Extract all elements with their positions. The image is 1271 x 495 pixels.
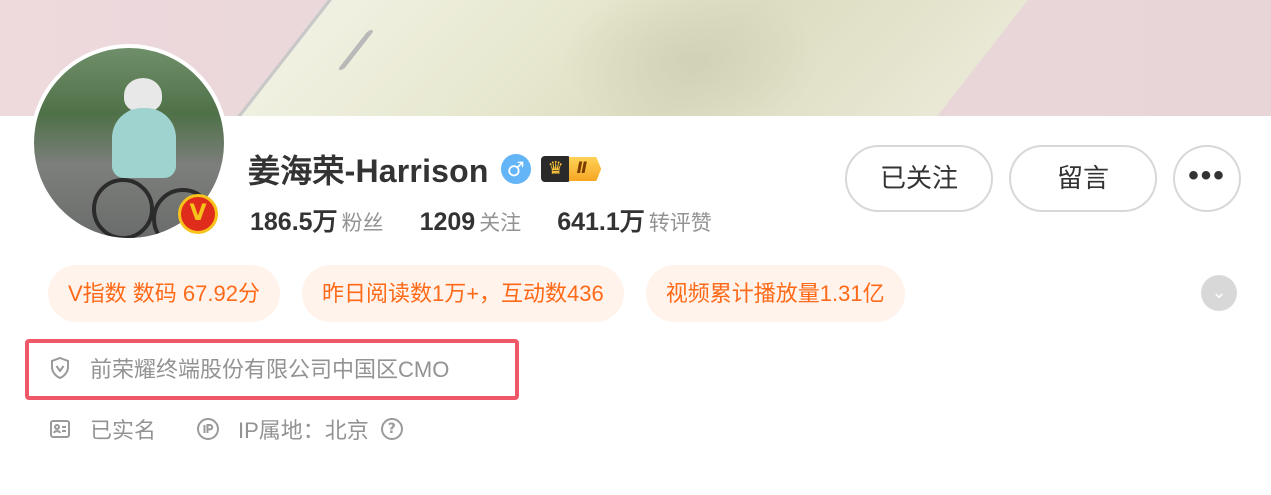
stats-row: 186.5万 粉丝 1209 关注 641.1万 转评赞 (250, 202, 748, 238)
level-label: Ⅱ (568, 157, 602, 181)
real-name-text: 已实名 (90, 418, 157, 443)
ip-icon (196, 417, 220, 441)
company-info: 前荣耀终端股份有限公司中国区CMO (48, 352, 449, 384)
pill-video-plays[interactable]: 视频累计播放量1.31亿 (645, 265, 905, 322)
verified-v-icon: V (178, 194, 218, 234)
help-icon[interactable]: ? (380, 418, 403, 440)
stat-following[interactable]: 1209 关注 (420, 207, 522, 237)
follow-button[interactable]: 已关注 (845, 145, 993, 212)
expand-chevron-icon[interactable]: ⌄ (1201, 275, 1237, 311)
shield-icon (48, 356, 72, 380)
name-row: 姜海荣-Harrison ♂ ♛ Ⅱ (248, 146, 602, 192)
tag-pills: V指数 数码 67.92分 昨日阅读数1万+，互动数436 视频累计播放量1.3… (48, 265, 927, 322)
id-card-icon (48, 417, 72, 441)
more-options-button[interactable]: ••• (1173, 145, 1241, 212)
stat-interactions: 641.1万 转评赞 (557, 208, 712, 236)
pill-reads[interactable]: 昨日阅读数1万+，互动数436 (301, 265, 624, 322)
message-button[interactable]: 留言 (1009, 145, 1157, 212)
crown-icon: ♛ (540, 156, 571, 182)
level-badge[interactable]: ♛ Ⅱ (540, 155, 602, 183)
male-icon: ♂ (500, 154, 531, 184)
company-text: 前荣耀终端股份有限公司中国区CMO (90, 357, 450, 382)
ip-location-text: IP属地：北京 (238, 418, 369, 443)
profile-name: 姜海荣-Harrison (248, 153, 489, 189)
pill-v-index[interactable]: V指数 数码 67.92分 (48, 265, 280, 322)
stat-followers[interactable]: 186.5万 粉丝 (250, 202, 384, 238)
identity-info: 已实名 IP属地：北京 ? (48, 413, 403, 445)
